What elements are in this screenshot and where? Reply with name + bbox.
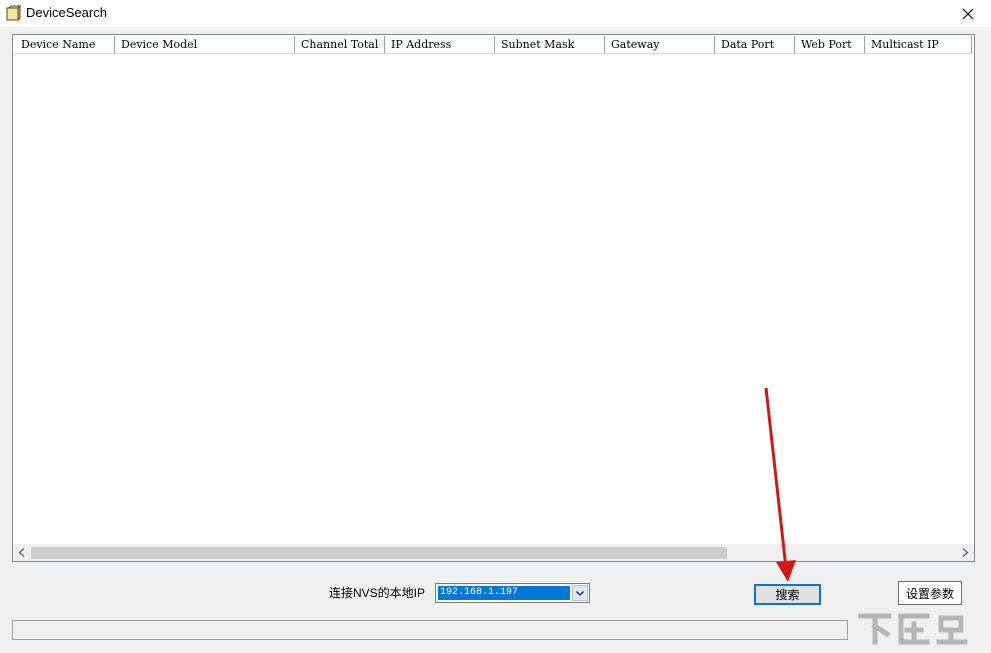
set-parameters-button[interactable]: 设置参数 bbox=[898, 581, 962, 605]
local-ip-select[interactable]: 192.168.1.197 bbox=[435, 583, 590, 603]
column-device-model[interactable]: Device Model bbox=[115, 36, 295, 53]
window-title: DeviceSearch bbox=[26, 5, 107, 20]
chevron-right-icon bbox=[962, 548, 969, 557]
column-multicast-ip[interactable]: Multicast IP bbox=[865, 36, 972, 53]
device-list[interactable]: Device Name Device Model Channel Total I… bbox=[12, 34, 975, 562]
chevron-down-icon bbox=[576, 590, 584, 596]
search-button[interactable]: 搜索 bbox=[754, 584, 821, 605]
title-bar: DeviceSearch bbox=[0, 0, 991, 27]
scroll-left-button[interactable] bbox=[13, 544, 30, 561]
close-icon bbox=[962, 8, 974, 19]
chevron-left-icon bbox=[18, 548, 25, 557]
dropdown-button[interactable] bbox=[572, 585, 588, 601]
column-data-port[interactable]: Data Port bbox=[715, 36, 795, 53]
notebook-icon bbox=[5, 4, 22, 22]
column-gateway[interactable]: Gateway bbox=[605, 36, 715, 53]
list-header: Device Name Device Model Channel Total I… bbox=[15, 36, 972, 54]
column-channel-total[interactable]: Channel Total bbox=[295, 36, 385, 53]
local-ip-label: 连接NVS的本地IP bbox=[329, 586, 426, 600]
list-body[interactable] bbox=[13, 54, 974, 544]
column-subnet-mask[interactable]: Subnet Mask bbox=[495, 36, 605, 53]
column-device-name[interactable]: Device Name bbox=[15, 36, 115, 53]
watermark-logo bbox=[855, 608, 985, 648]
scroll-thumb[interactable] bbox=[31, 547, 727, 559]
scroll-right-button[interactable] bbox=[957, 544, 974, 561]
column-web-port[interactable]: Web Port bbox=[795, 36, 865, 53]
status-bar bbox=[12, 620, 848, 640]
local-ip-value: 192.168.1.197 bbox=[438, 586, 570, 600]
horizontal-scrollbar[interactable] bbox=[13, 544, 974, 561]
column-ip-address[interactable]: IP Address bbox=[385, 36, 495, 53]
close-button[interactable] bbox=[945, 0, 991, 27]
